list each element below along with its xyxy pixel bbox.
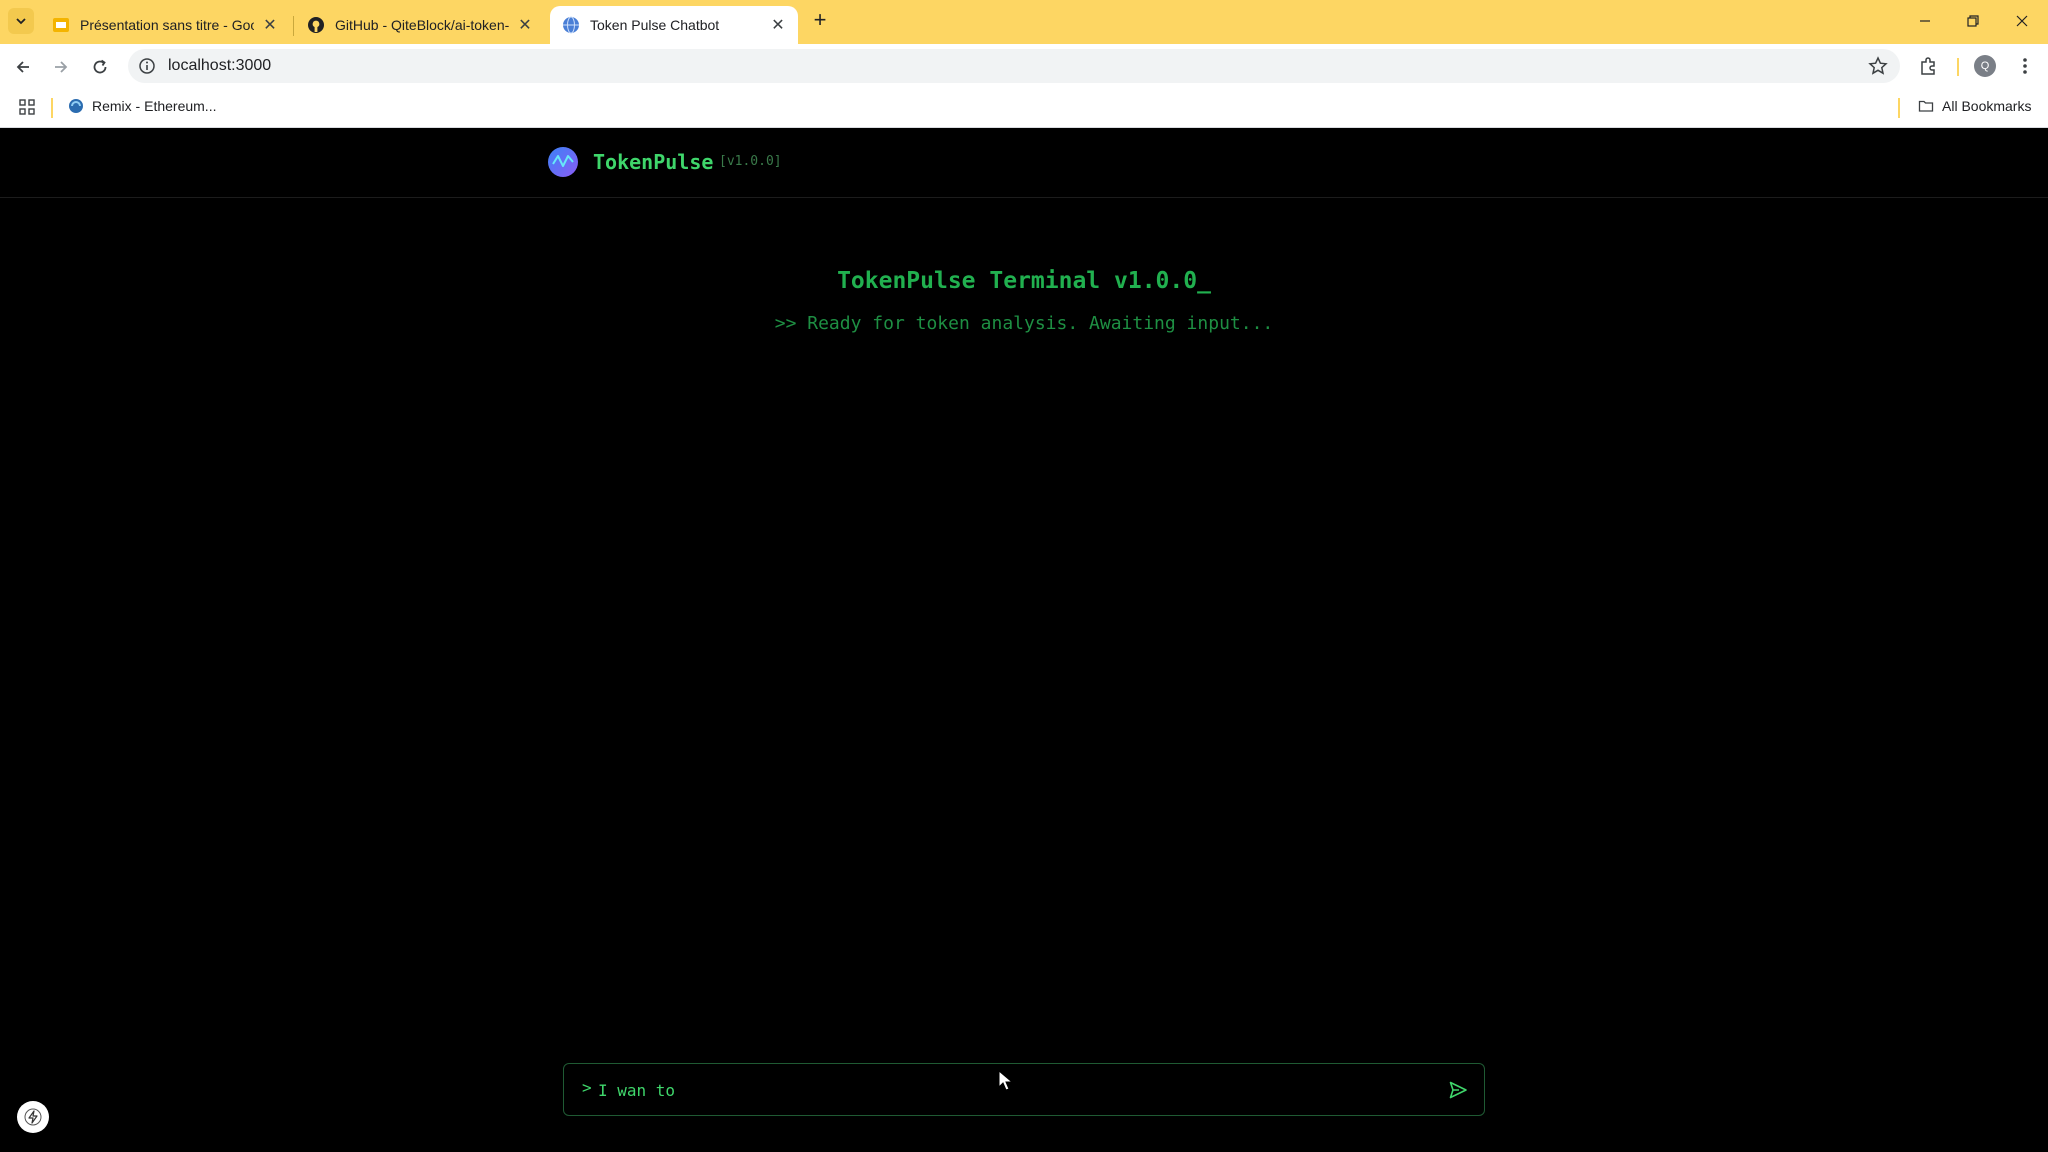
tab-github[interactable]: GitHub - QiteBlock/ai-token- ✕ [295,6,545,44]
toolbar-divider [1957,58,1959,76]
restore-button[interactable] [1953,8,1993,34]
avatar: Q [1974,55,1996,77]
close-icon[interactable]: ✕ [262,15,278,35]
tab-divider [293,16,294,36]
slides-icon [53,18,69,32]
bookmarks-divider [51,98,53,118]
apps-grid-icon[interactable] [18,98,36,116]
back-button[interactable] [9,53,37,81]
minimize-button[interactable] [1905,8,1945,34]
forward-button[interactable] [47,53,75,81]
arrow-right-icon [55,61,68,73]
send-button[interactable] [1446,1078,1470,1102]
close-window-button[interactable] [2002,8,2042,34]
tab-presentation[interactable]: Présentation sans titre - Goo ✕ [40,6,290,44]
prompt-symbol: > [582,1078,592,1097]
all-bookmarks-button[interactable]: All Bookmarks [1918,98,2031,114]
reload-icon [93,59,107,74]
app-root: TokenPulse [v1.0.0] TokenPulse Terminal … [0,128,2048,1152]
close-icon[interactable]: ✕ [770,15,786,35]
remix-icon [69,99,83,113]
more-vert-icon [2023,58,2027,74]
bolt-button[interactable] [17,1101,49,1133]
app-header: TokenPulse [v1.0.0] [0,128,2048,198]
new-tab-button[interactable]: + [808,9,832,33]
terminal-title: TokenPulse Terminal v1.0.0_ [837,268,1211,294]
tab-token-pulse[interactable]: Token Pulse Chatbot ✕ [550,6,798,44]
tab-title: Présentation sans titre - Goo [80,17,254,33]
star-icon[interactable] [1868,56,1888,76]
folder-icon [1918,100,1934,112]
info-icon[interactable] [138,57,156,75]
extensions-button[interactable] [1917,54,1941,78]
tab-title: GitHub - QiteBlock/ai-token- [335,17,509,33]
url-text[interactable]: localhost:3000 [168,57,271,75]
version-label: [v1.0.0] [719,154,782,169]
puzzle-icon [1921,57,1935,75]
pulse-logo-icon [548,147,578,177]
tab-strip: Présentation sans titre - Goo ✕ GitHub -… [0,0,2048,44]
reload-button[interactable] [86,53,114,81]
menu-button[interactable] [2013,54,2037,78]
chevron-down-icon [16,18,26,25]
chat-input-box: > [563,1063,1485,1116]
profile-button[interactable]: Q [1973,54,1997,78]
close-icon [2016,15,2028,27]
close-icon[interactable]: ✕ [517,15,533,35]
github-icon [308,17,324,33]
globe-icon [563,16,579,34]
restore-icon [1967,15,1979,27]
terminal-status: >> Ready for token analysis. Awaiting in… [774,313,1274,334]
browser-toolbar: localhost:3000 Q [0,44,2048,88]
tab-search-button[interactable] [8,8,34,34]
bolt-icon [24,1108,42,1126]
address-bar[interactable]: localhost:3000 [128,49,1900,83]
bookmark-label: Remix - Ethereum... [92,98,217,114]
tab-title: Token Pulse Chatbot [590,17,720,33]
minimize-icon [1920,20,1930,22]
arrow-left-icon [16,61,29,73]
mouse-pointer-icon [998,1070,1014,1091]
bookmarks-bar: Remix - Ethereum... All Bookmarks [0,88,2048,128]
brand-name: TokenPulse [593,150,714,174]
bookmark-remix[interactable]: Remix - Ethereum... [68,98,216,114]
all-bookmarks-label: All Bookmarks [1942,98,2032,114]
bookmarks-divider [1898,98,1900,118]
send-icon [1449,1081,1467,1099]
